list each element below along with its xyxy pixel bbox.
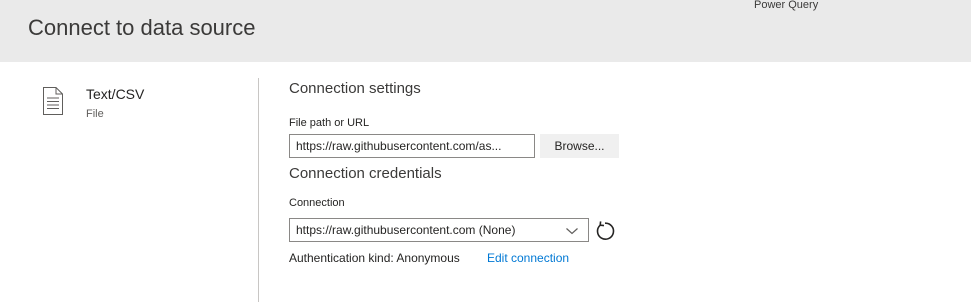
document-icon — [42, 86, 64, 116]
file-path-label: File path or URL — [289, 117, 370, 129]
dialog-title: Connect to data source — [28, 15, 256, 40]
connection-select[interactable]: https://raw.githubusercontent.com (None) — [289, 218, 589, 242]
file-path-input[interactable] — [289, 134, 535, 158]
refresh-icon[interactable] — [594, 220, 616, 242]
edit-connection-link[interactable]: Edit connection — [487, 251, 569, 265]
connection-label: Connection — [289, 197, 345, 209]
authentication-kind: Authentication kind: Anonymous — [289, 251, 460, 265]
connection-credentials-heading: Connection credentials — [289, 165, 442, 182]
app-name: Power Query — [754, 0, 819, 11]
chevron-down-icon — [565, 224, 579, 236]
connection-select-value: https://raw.githubusercontent.com (None) — [296, 223, 516, 237]
source-type: File — [86, 108, 104, 120]
browse-button[interactable]: Browse... — [540, 134, 619, 158]
source-name: Text/CSV — [86, 86, 145, 102]
connection-settings-heading: Connection settings — [289, 80, 421, 97]
dialog-header: Connect to data source Power Query — [0, 0, 971, 62]
panel-divider — [258, 78, 259, 302]
